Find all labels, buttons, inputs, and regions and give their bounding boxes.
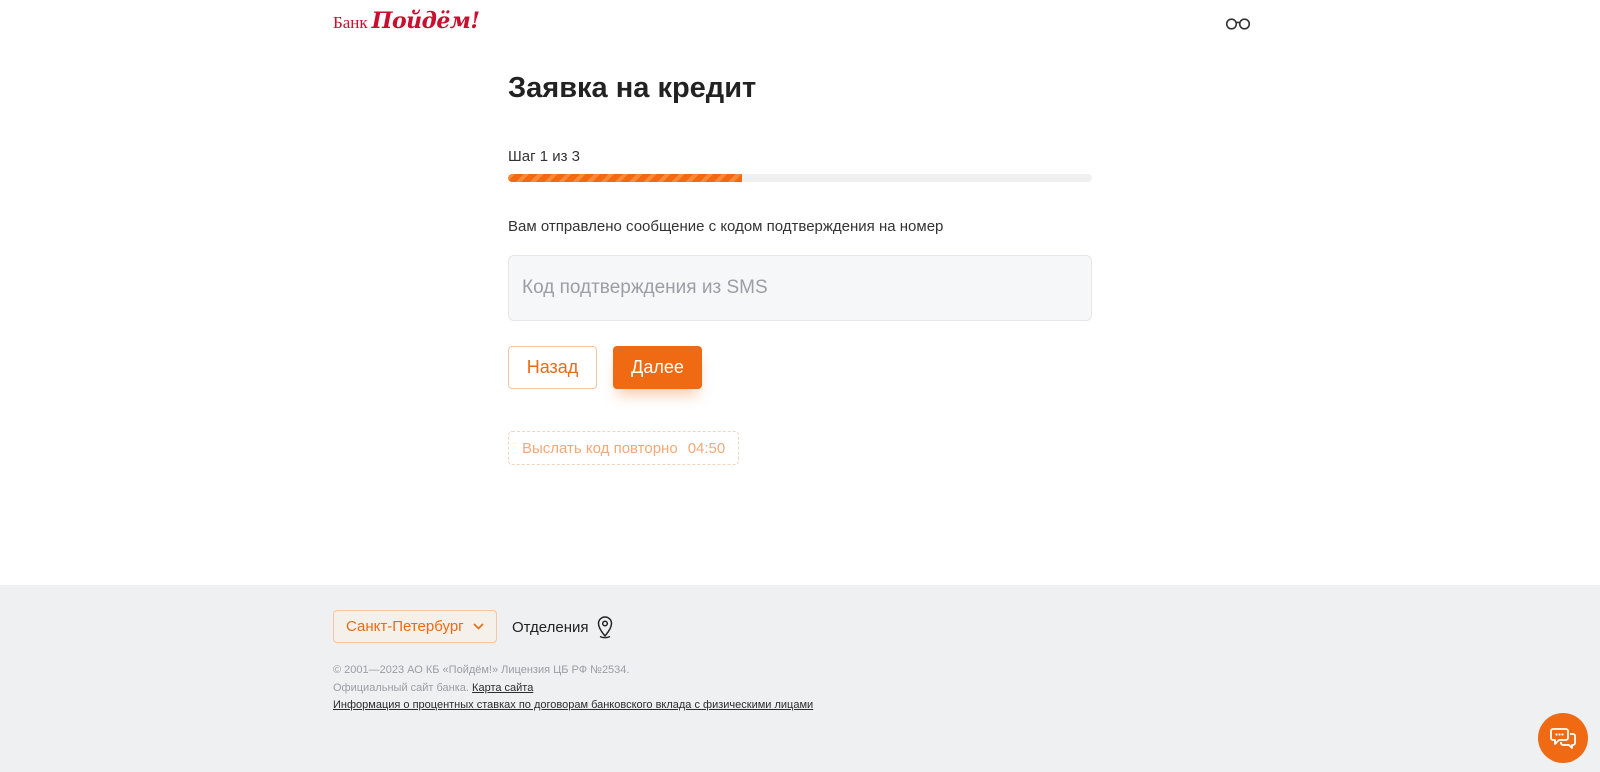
resend-code-label: Выслать код повторно <box>522 439 678 457</box>
progress-bar <box>508 174 1092 182</box>
bank-logo[interactable]: Банк Пойдём! <box>333 8 480 34</box>
resend-code-button[interactable]: Выслать код повторно 04:50 <box>508 431 740 465</box>
location-pin-icon <box>597 616 612 639</box>
official-site-line: Официальный сайт банка. Карта сайта <box>333 680 813 698</box>
back-button[interactable]: Назад <box>508 346 597 389</box>
sms-sent-message: Вам отправлено сообщение с кодом подтвер… <box>508 218 944 235</box>
city-label: Санкт-Петербург <box>346 618 464 635</box>
page-title: Заявка на кредит <box>508 72 757 104</box>
logo-bank-text: Банк <box>333 13 368 32</box>
chevron-down-icon <box>473 623 484 630</box>
next-button[interactable]: Далее <box>613 346 702 389</box>
city-selector[interactable]: Санкт-Петербург <box>333 610 497 643</box>
branches-link[interactable]: Отделения <box>512 615 614 639</box>
chat-icon <box>1550 728 1576 749</box>
official-site-text: Официальный сайт банка. <box>333 681 469 694</box>
header: Банк Пойдём! <box>0 0 1600 50</box>
step-indicator: Шаг 1 из 3 <box>508 148 581 165</box>
rates-line: Информация о процентных ставках по догов… <box>333 697 813 715</box>
chat-button[interactable] <box>1538 713 1588 763</box>
resend-timer: 04:50 <box>687 439 726 457</box>
glasses-icon[interactable] <box>1225 16 1251 30</box>
copyright-text: © 2001—2023 АО КБ «Пойдём!» Лицензия ЦБ … <box>333 664 630 676</box>
branches-label: Отделения <box>512 618 589 636</box>
footer-legal: © 2001—2023 АО КБ «Пойдём!» Лицензия ЦБ … <box>333 662 813 715</box>
progress-bar-fill <box>508 174 742 182</box>
deposit-rates-link[interactable]: Информация о процентных ставках по догов… <box>333 699 813 711</box>
footer: Санкт-Петербург Отделения © 2001—2023 АО… <box>0 585 1600 772</box>
sms-code-input[interactable] <box>508 255 1092 321</box>
logo-brand-text: Пойдём! <box>371 8 480 34</box>
sitemap-link[interactable]: Карта сайта <box>472 682 533 694</box>
